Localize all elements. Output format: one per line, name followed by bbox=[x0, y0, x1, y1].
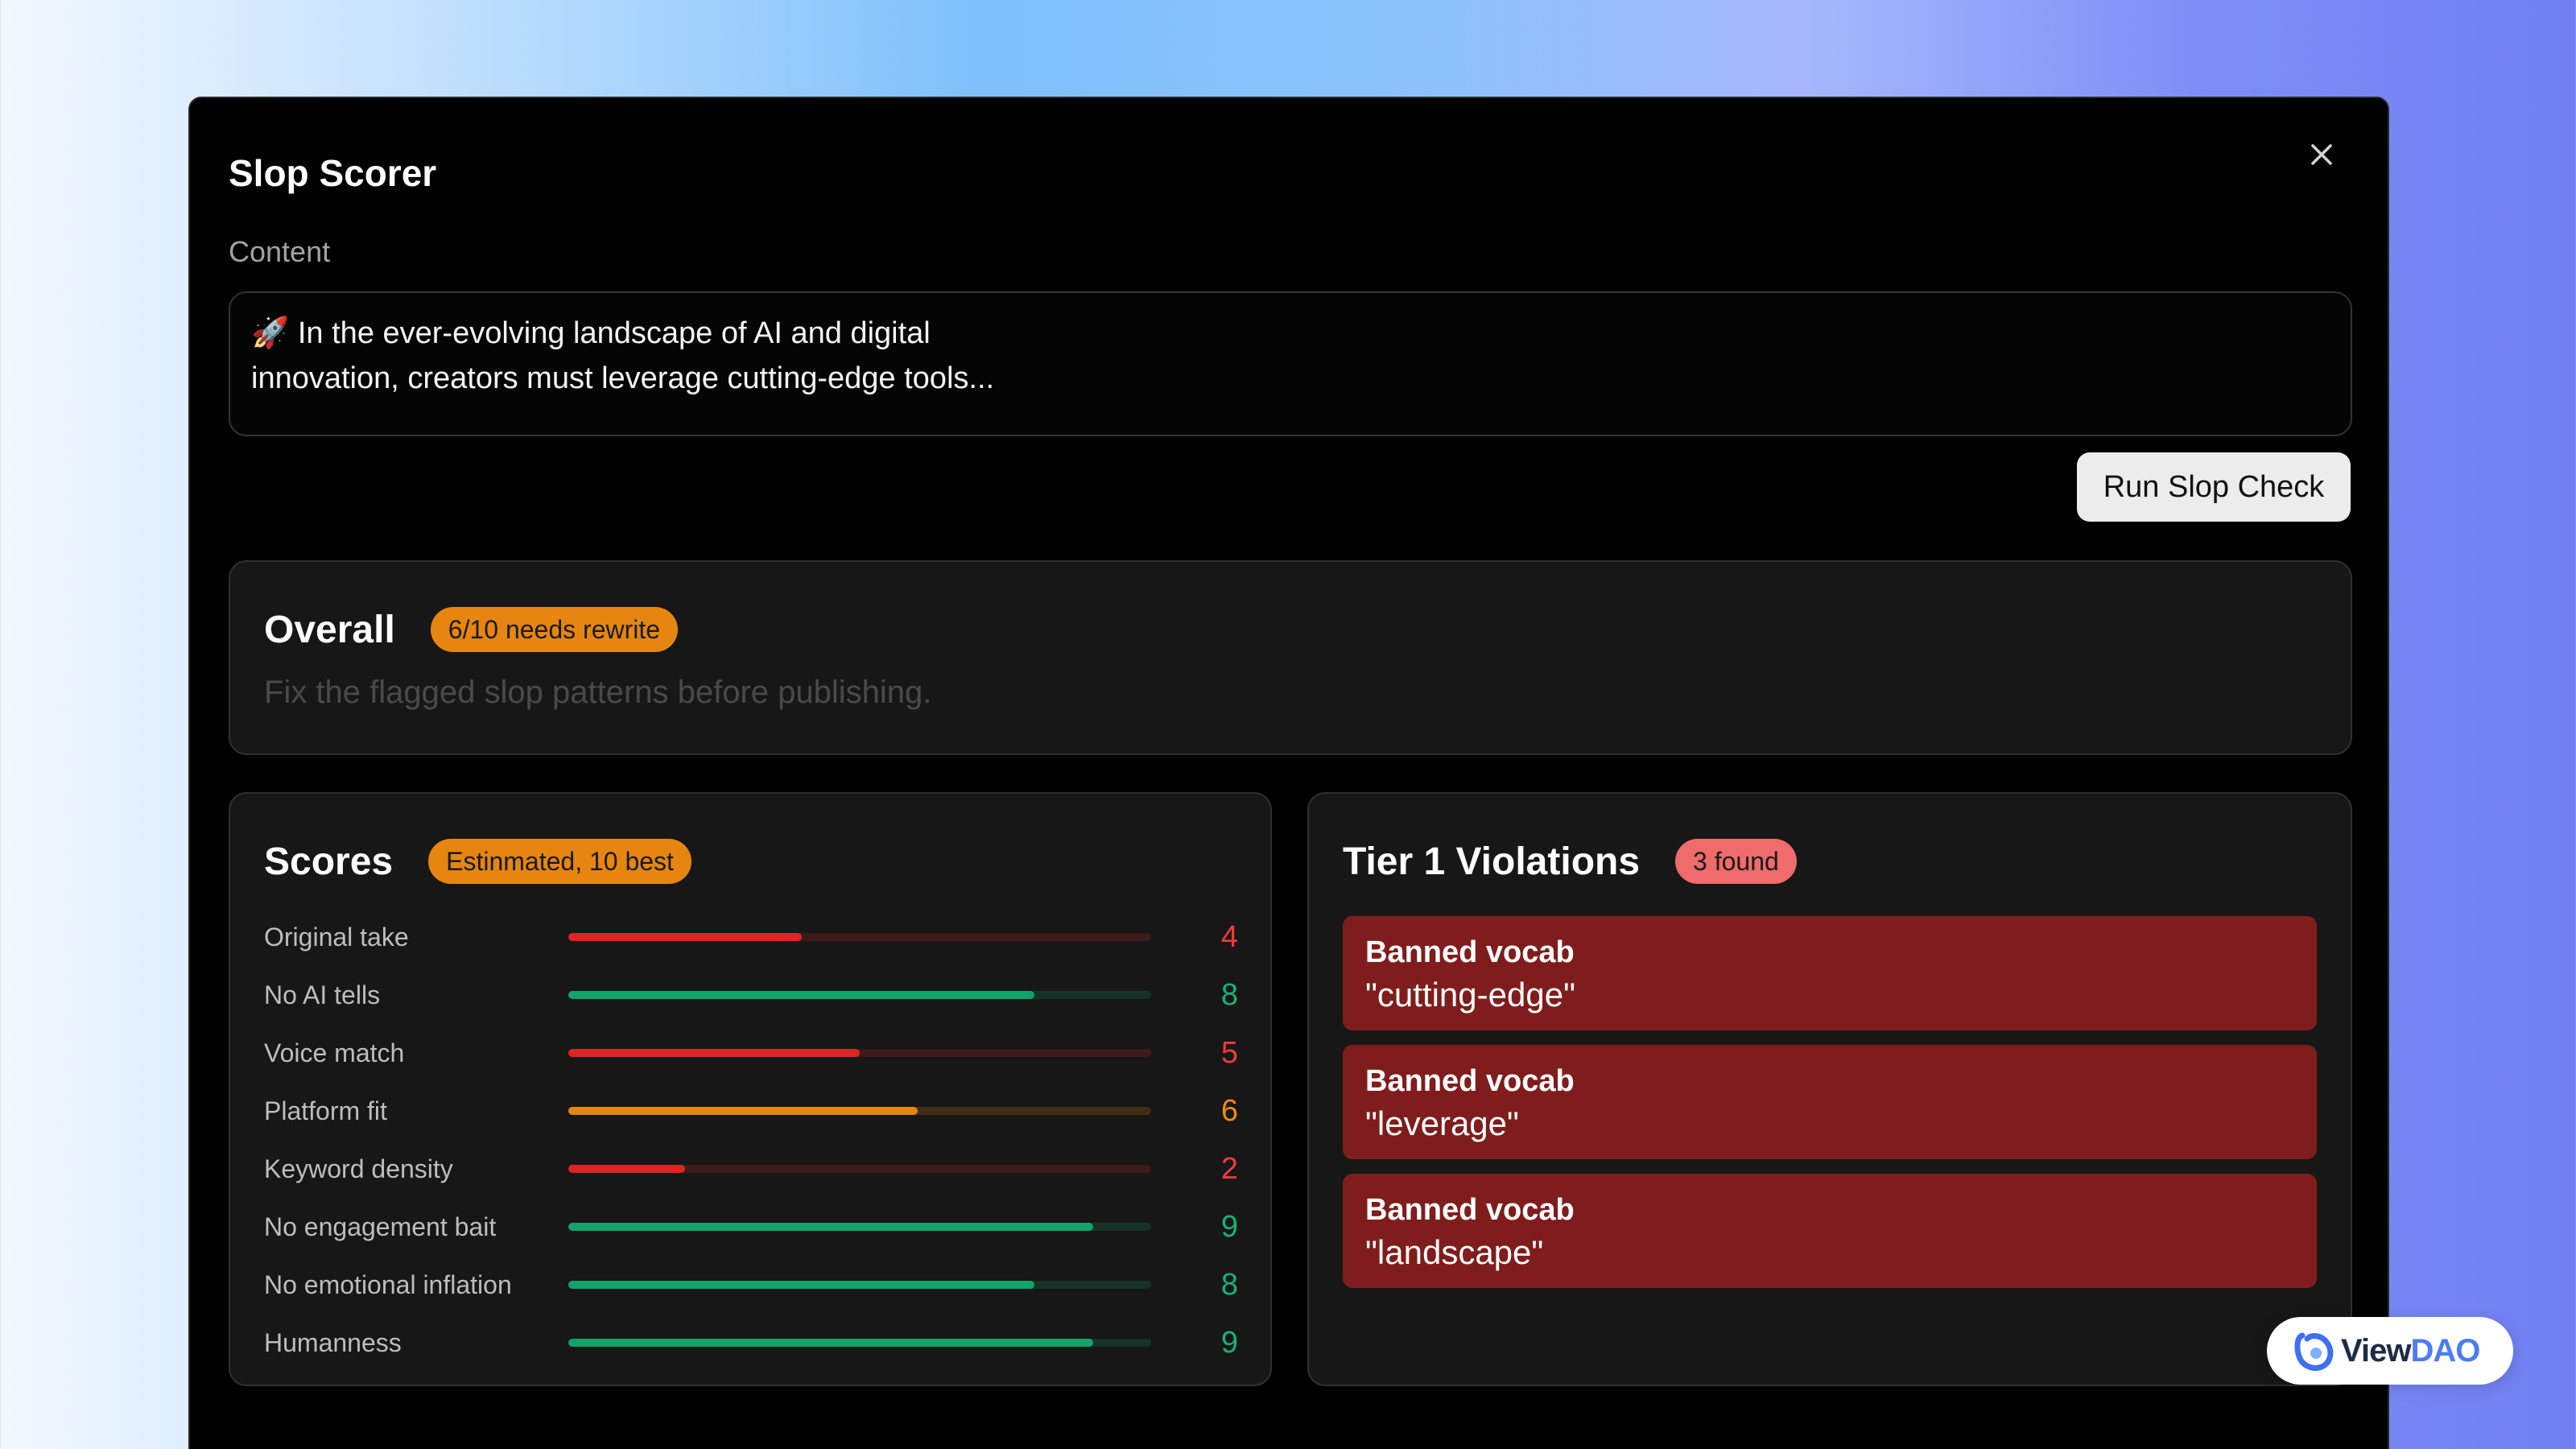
score-label: No engagement bait bbox=[264, 1212, 497, 1241]
score-value: 9 bbox=[1220, 1325, 1238, 1360]
scores-card: Scores Estinmated, 10 best Original take… bbox=[229, 792, 1272, 1386]
score-label: Platform fit bbox=[264, 1096, 387, 1125]
score-bar-fill bbox=[568, 1281, 1035, 1289]
score-label: No emotional inflation bbox=[264, 1269, 512, 1299]
score-row: Keyword density 2 bbox=[264, 1140, 1238, 1198]
score-row: No AI tells 8 bbox=[264, 966, 1238, 1024]
viewdao-watermark: ViewDAO bbox=[2267, 1317, 2513, 1385]
score-value: 5 bbox=[1220, 1035, 1238, 1070]
score-bar-fill bbox=[568, 1107, 919, 1115]
scores-title: Scores bbox=[264, 840, 394, 883]
score-bar-fill bbox=[568, 1049, 860, 1057]
violation-type: Banned vocab bbox=[1365, 1064, 1575, 1098]
watermark-text: ViewDAO bbox=[2341, 1332, 2480, 1368]
score-bar-fill bbox=[568, 1223, 1093, 1231]
scores-badge: Estinmated, 10 best bbox=[428, 839, 691, 884]
violation-term: "landscape" bbox=[1365, 1233, 1544, 1271]
score-label: No AI tells bbox=[264, 980, 381, 1009]
score-bar bbox=[568, 1223, 1151, 1231]
score-bar bbox=[568, 1107, 1151, 1115]
violation-type: Banned vocab bbox=[1365, 935, 1575, 969]
violation-item: Banned vocab "leverage" bbox=[1343, 1045, 2317, 1159]
score-bar bbox=[568, 1049, 1151, 1057]
score-label: Keyword density bbox=[264, 1154, 453, 1183]
dialog-title: Slop Scorer bbox=[229, 152, 437, 194]
violations-badge: 3 found bbox=[1675, 839, 1797, 884]
score-bar-fill bbox=[568, 991, 1035, 999]
score-bar bbox=[568, 1339, 1151, 1347]
score-label: Original take bbox=[264, 922, 409, 952]
score-row: Humanness 9 bbox=[264, 1314, 1238, 1372]
score-label: Humanness bbox=[264, 1327, 402, 1357]
score-bar-fill bbox=[568, 933, 802, 941]
violations-card: Tier 1 Violations 3 found Banned vocab "c… bbox=[1307, 792, 2352, 1386]
overall-title: Overall bbox=[264, 608, 395, 651]
violation-item: Banned vocab "landscape" bbox=[1343, 1174, 2317, 1288]
score-bar bbox=[568, 1281, 1151, 1289]
score-row: No emotional inflation 8 bbox=[264, 1256, 1238, 1314]
violations-title: Tier 1 Violations bbox=[1343, 840, 1641, 883]
overall-description: Fix the flagged slop patterns before pub… bbox=[264, 675, 932, 710]
close-button[interactable] bbox=[2299, 132, 2344, 177]
overall-badge: 6/10 needs rewrite bbox=[430, 607, 679, 652]
score-value: 4 bbox=[1220, 919, 1238, 954]
close-icon bbox=[2311, 144, 2332, 165]
score-value: 8 bbox=[1220, 977, 1238, 1012]
score-bar-fill bbox=[568, 1339, 1093, 1347]
content-label: Content bbox=[229, 235, 331, 268]
score-label: Voice match bbox=[264, 1038, 405, 1067]
score-bar bbox=[568, 933, 1151, 941]
content-textarea[interactable]: 🚀 In the ever-evolving landscape of AI a… bbox=[229, 291, 2352, 436]
score-row: Original take 4 bbox=[264, 908, 1238, 966]
overall-card: Overall 6/10 needs rewrite Fix the flagg… bbox=[229, 560, 2352, 755]
run-slop-check-button[interactable]: Run Slop Check bbox=[2077, 452, 2351, 522]
slop-scorer-dialog: Slop Scorer Content 🚀 In the ever-evolvi… bbox=[188, 97, 2389, 1449]
violation-term: "leverage" bbox=[1365, 1104, 1519, 1142]
violation-type: Banned vocab bbox=[1365, 1193, 1575, 1227]
score-bar-fill bbox=[568, 1165, 685, 1173]
violation-item: Banned vocab "cutting-edge" bbox=[1343, 916, 2317, 1030]
score-bar bbox=[568, 1165, 1151, 1173]
score-row: No engagement bait 9 bbox=[264, 1198, 1238, 1256]
score-value: 8 bbox=[1220, 1267, 1238, 1302]
score-value: 2 bbox=[1220, 1151, 1238, 1186]
score-value: 9 bbox=[1220, 1209, 1238, 1244]
score-bar bbox=[568, 991, 1151, 999]
score-value: 6 bbox=[1220, 1093, 1238, 1128]
score-row: Platform fit 6 bbox=[264, 1082, 1238, 1140]
viewdao-logo-icon bbox=[2294, 1332, 2334, 1371]
violation-term: "cutting-edge" bbox=[1365, 976, 1575, 1013]
score-row: Voice match 5 bbox=[264, 1024, 1238, 1082]
